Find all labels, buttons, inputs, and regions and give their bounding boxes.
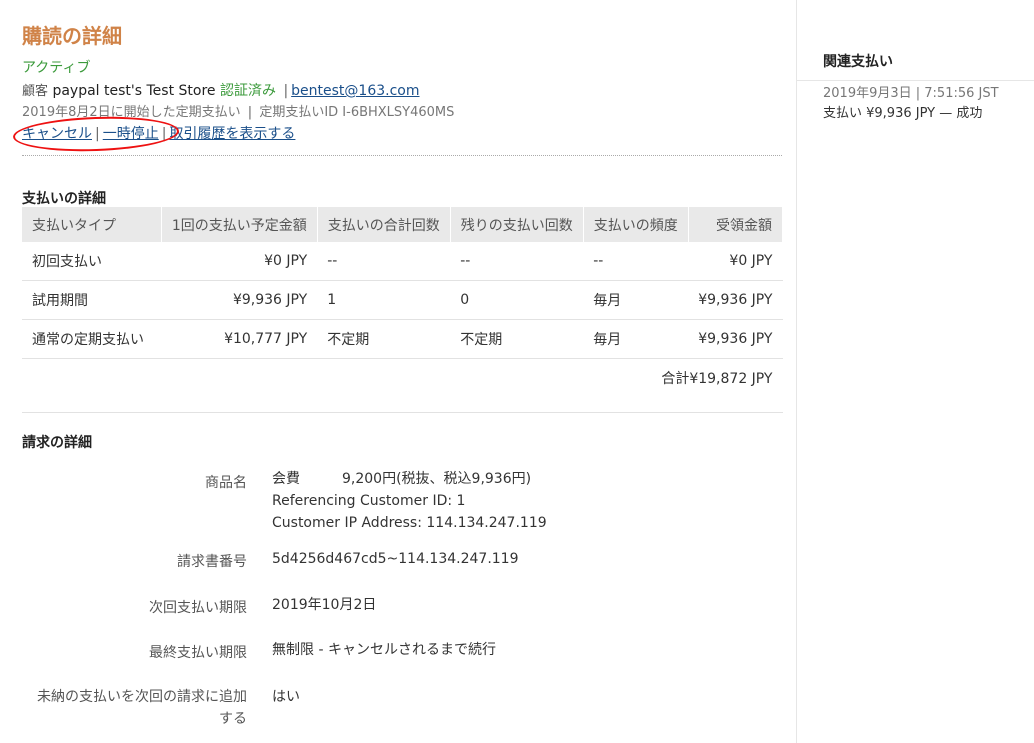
- table-cell: 0: [450, 280, 584, 320]
- table-cell: 通常の定期支払い: [22, 319, 162, 359]
- start-date-text: 2019年8月2日に開始した定期支払い: [22, 105, 241, 120]
- table-cell: 1: [317, 280, 451, 320]
- product-line: Referencing Customer ID: 1: [272, 493, 466, 509]
- payment-datetime: 2019年9月3日 | 7:51:56 JST: [823, 86, 999, 101]
- add-unpaid-value: はい: [272, 689, 300, 705]
- final-due-value: 無制限 - キャンセルされるまで続行: [272, 642, 496, 658]
- column-header: 残りの支払い回数: [450, 207, 584, 242]
- next-due-label: 次回支払い期限: [149, 600, 247, 616]
- table-cell: --: [583, 242, 689, 281]
- table-cell: --: [450, 242, 584, 281]
- related-payments-sidebar: 関連支払い 2019年9月3日 | 7:51:56 JST 支払い ¥9,936…: [796, 0, 1034, 743]
- table-total-row: 合計¥19,872 JPY: [22, 359, 783, 398]
- add-unpaid-label: 未納の支払いを次回の請求に追加 する: [7, 686, 247, 730]
- customer-label: 顧客: [22, 84, 49, 99]
- product-label: 商品名: [205, 475, 247, 491]
- invoice-value: 5d4256d467cd5~114.134.247.119: [272, 551, 519, 567]
- table-cell: 不定期: [450, 319, 584, 359]
- product-line: 会費 9,200円(税抜、税込9,936円): [272, 471, 532, 487]
- related-payment-item[interactable]: 支払い ¥9,936 JPY — 成功: [823, 102, 982, 121]
- table-cell: --: [317, 242, 451, 281]
- pause-link[interactable]: 一時停止: [103, 126, 159, 142]
- add-unpaid-label-line: する: [219, 711, 247, 727]
- next-due-value: 2019年10月2日: [272, 597, 377, 613]
- total-amount: 合計¥19,872 JPY: [661, 371, 773, 387]
- verified-badge: 認証済み: [219, 83, 276, 99]
- add-unpaid-label-line: 未納の支払いを次回の請求に追加: [37, 689, 247, 705]
- column-header: 受領金額: [688, 207, 784, 242]
- table-row: 通常の定期支払い ¥10,777 JPY 不定期 不定期 毎月 ¥9,936 J…: [22, 319, 783, 359]
- table-cell: 不定期: [317, 319, 451, 359]
- sidebar-title: 関連支払い: [823, 54, 893, 70]
- customer-email-link[interactable]: bentest@163.com: [291, 83, 419, 99]
- divider: [22, 155, 782, 156]
- table-row: 試用期間 ¥9,936 JPY 1 0 毎月 ¥9,936 JPY: [22, 280, 783, 320]
- table-cell: ¥9,936 JPY: [688, 319, 783, 359]
- view-history-link[interactable]: 取引履歴を表示する: [169, 126, 295, 142]
- subscription-meta: 2019年8月2日に開始した定期支払い | 定期支払いID I-6BHXLSY4…: [22, 101, 454, 120]
- product-line: Customer IP Address: 114.134.247.119: [272, 515, 547, 531]
- table-cell: ¥0 JPY: [161, 242, 318, 281]
- column-header: 支払いの頻度: [583, 207, 689, 242]
- status-label: アクティブ: [22, 60, 91, 76]
- table-cell: ¥10,777 JPY: [161, 319, 318, 359]
- separator: |: [283, 83, 289, 99]
- table-cell: 試用期間: [22, 280, 162, 320]
- profile-id-text: 定期支払いID I-6BHXLSY460MS: [259, 105, 455, 120]
- table-cell: 毎月: [583, 280, 689, 320]
- divider: [22, 412, 783, 413]
- column-header: 支払いタイプ: [22, 207, 162, 242]
- final-due-label: 最終支払い期限: [149, 645, 247, 661]
- table-cell: 毎月: [583, 319, 689, 359]
- table-cell: ¥9,936 JPY: [161, 280, 318, 320]
- page-title: 購読の詳細: [22, 24, 122, 48]
- cancel-link[interactable]: キャンセル: [22, 126, 92, 142]
- action-links: キャンセル | 一時停止 | 取引履歴を表示する: [22, 123, 295, 143]
- product-value: 会費 9,200円(税抜、税込9,936円) Referencing Custo…: [272, 468, 547, 534]
- payment-details-table: 支払いタイプ 1回の支払い予定金額 支払いの合計回数 残りの支払い回数 支払いの…: [22, 207, 784, 398]
- payment-details-title: 支払いの詳細: [22, 191, 106, 207]
- separator: |: [247, 105, 253, 120]
- table-cell: ¥0 JPY: [688, 242, 783, 281]
- store-name: paypal test's Test Store: [52, 83, 216, 99]
- table-header-row: 支払いタイプ 1回の支払い予定金額 支払いの合計回数 残りの支払い回数 支払いの…: [22, 207, 784, 242]
- customer-line: 顧客 paypal test's Test Store 認証済み | bentes…: [22, 80, 420, 100]
- billing-details-title: 請求の詳細: [22, 435, 92, 451]
- separator: |: [161, 126, 167, 142]
- separator: |: [95, 126, 100, 142]
- invoice-label: 請求書番号: [177, 554, 247, 570]
- column-header: 1回の支払い予定金額: [161, 207, 318, 242]
- column-header: 支払いの合計回数: [317, 207, 451, 242]
- table-cell: 初回支払い: [22, 242, 162, 281]
- table-row: 初回支払い ¥0 JPY -- -- -- ¥0 JPY: [22, 242, 783, 281]
- divider: [797, 80, 1034, 81]
- table-cell: ¥9,936 JPY: [688, 280, 783, 320]
